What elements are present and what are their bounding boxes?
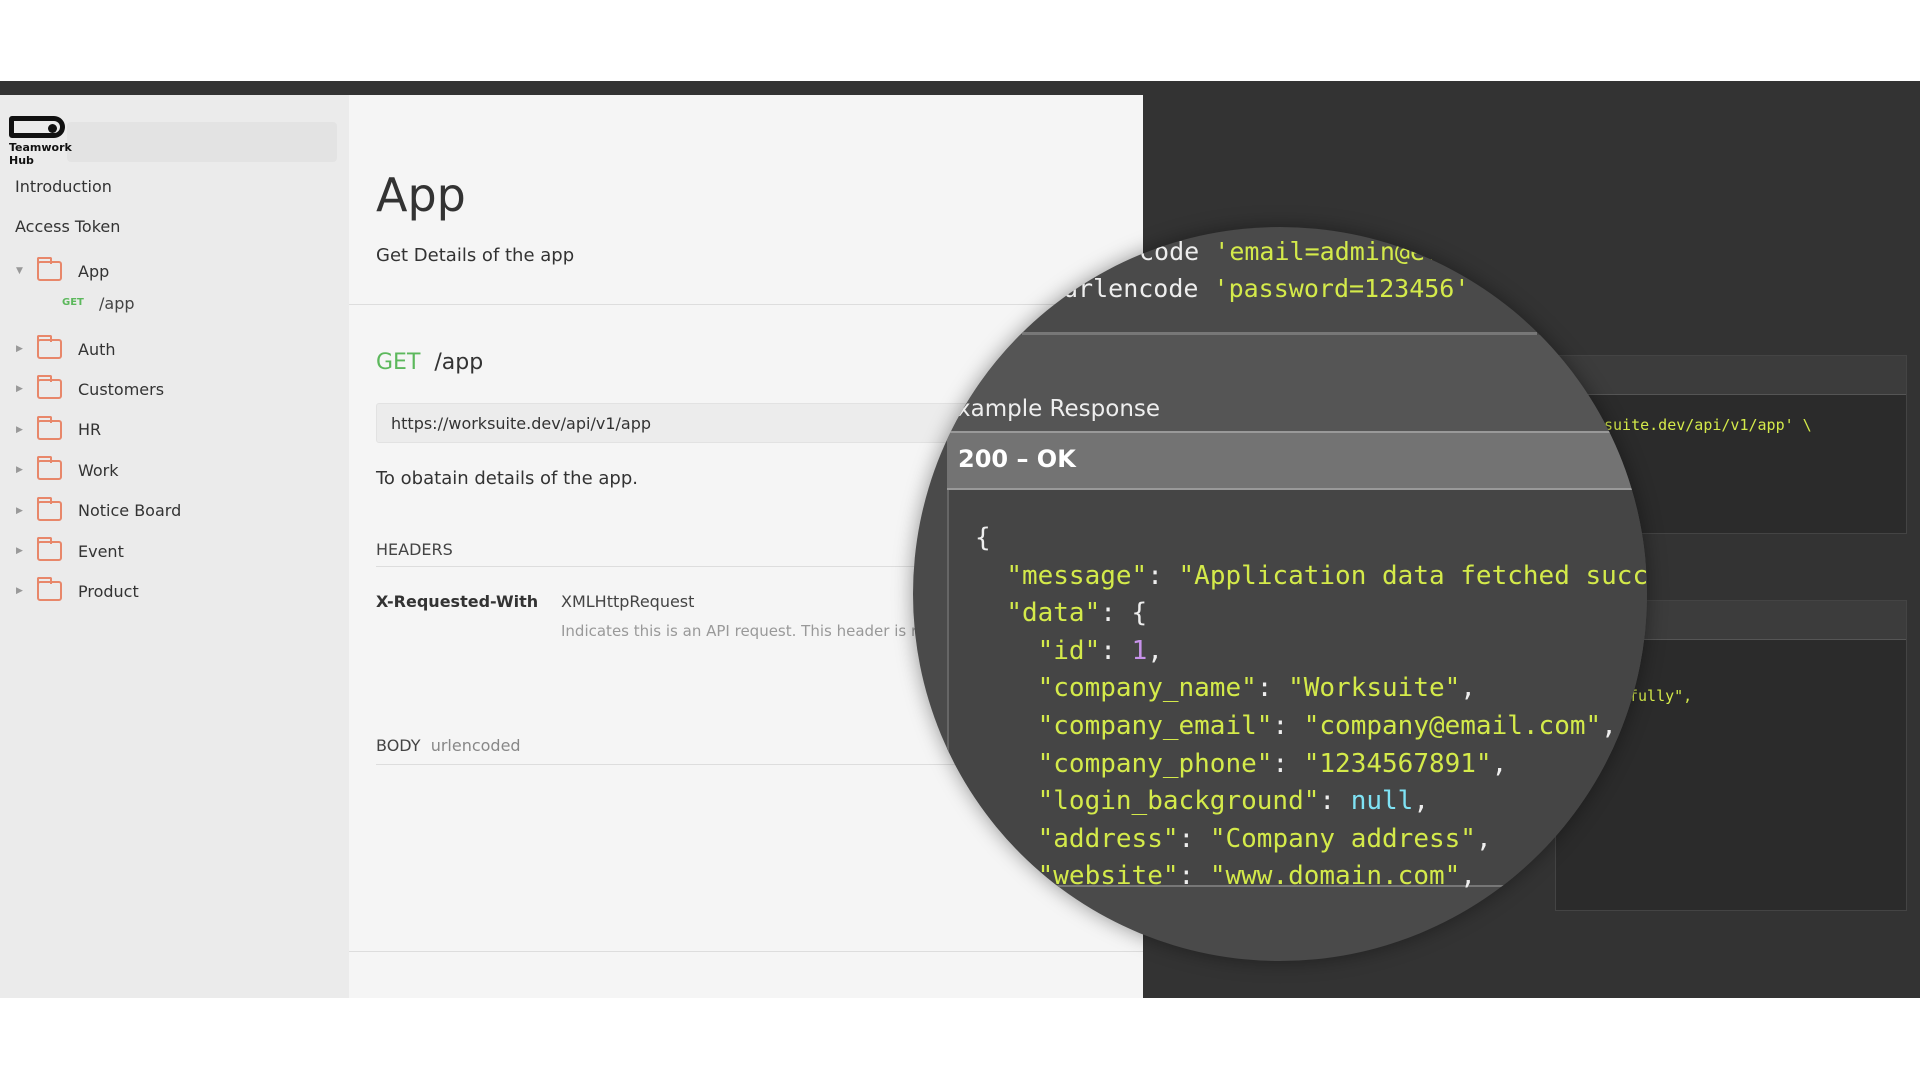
caret-right-icon: ▶	[16, 586, 23, 597]
logo[interactable]: Teamwork Hub	[9, 141, 72, 167]
folder-open-icon	[37, 257, 62, 281]
endpoint-path: /app	[434, 350, 484, 375]
page-subtitle: Get Details of the app	[376, 245, 575, 266]
sidebar-folder-product[interactable]: ▶ Product	[0, 577, 349, 605]
caret-right-icon: ▶	[16, 505, 23, 516]
search-input[interactable]	[67, 122, 337, 162]
status-text: 200 – OK	[958, 445, 1076, 473]
caret-right-icon: ▶	[16, 546, 23, 556]
folder-label: Customers	[78, 379, 165, 399]
endpoint-description: To obatain details of the app.	[376, 468, 638, 489]
endpoint-heading: GET /app	[376, 350, 483, 375]
sidebar-folder-app[interactable]: ▼ App	[0, 257, 349, 285]
logo-icon	[9, 116, 65, 138]
caret-right-icon: ▶	[16, 344, 23, 354]
folder-label: App	[78, 261, 110, 281]
body-label: BODY urlencoded	[376, 736, 521, 755]
curl-line-1: code 'email=admin@e.	[1139, 237, 1441, 266]
folder-label: HR	[78, 420, 102, 440]
sidebar-folder-customers[interactable]: ▶ Customers	[0, 375, 349, 403]
folder-icon	[37, 375, 62, 400]
example-response-label: xample Response	[957, 396, 1161, 422]
sidebar-folder-notice-board[interactable]: ▶ Notice Board	[0, 496, 349, 525]
method-badge: GET	[62, 297, 84, 308]
curl-line-2: urlencode 'password=123456'	[1063, 274, 1470, 303]
sidebar-item-access-token[interactable]: Access Token	[15, 217, 120, 236]
folder-icon	[37, 496, 62, 521]
folder-label: Product	[78, 581, 139, 601]
folder-icon	[37, 335, 62, 359]
caret-down-icon: ▼	[16, 266, 23, 276]
folder-icon	[37, 537, 62, 561]
magnifier-lens: code 'email=admin@e. urlencode 'password…	[913, 227, 1647, 961]
method-label: GET	[376, 350, 421, 375]
caret-right-icon: ▶	[16, 465, 23, 476]
folder-label: Work	[78, 460, 119, 480]
divider	[349, 951, 1143, 952]
response-json: { "message": "Application data fetched s…	[975, 523, 1647, 892]
page-title: App	[376, 168, 466, 222]
caret-right-icon: ▶	[16, 384, 23, 395]
folder-label: Auth	[78, 339, 116, 359]
headers-label: HEADERS	[376, 540, 453, 559]
sidebar-folder-auth[interactable]: ▶ Auth	[0, 335, 349, 363]
folder-icon	[37, 577, 62, 602]
sidebar-item-introduction[interactable]: Introduction	[15, 177, 112, 196]
folder-label: Notice Board	[78, 501, 182, 521]
top-bar	[0, 81, 1920, 95]
header-description: Indicates this is an API request. This h…	[561, 622, 918, 640]
folder-icon	[37, 415, 62, 440]
folder-icon	[37, 456, 62, 481]
divider	[349, 304, 1143, 305]
sidebar-folder-event[interactable]: ▶ Event	[0, 537, 349, 565]
sidebar-endpoint-app[interactable]: /app	[99, 294, 135, 313]
folder-label: Event	[78, 541, 124, 561]
sidebar-folder-work[interactable]: ▶ Work	[0, 456, 349, 484]
caret-right-icon: ▶	[16, 424, 23, 435]
sidebar-folder-hr[interactable]: ▶ HR	[0, 415, 349, 444]
header-name: X-Requested-With	[376, 592, 539, 611]
header-value: XMLHttpRequest	[561, 592, 695, 611]
